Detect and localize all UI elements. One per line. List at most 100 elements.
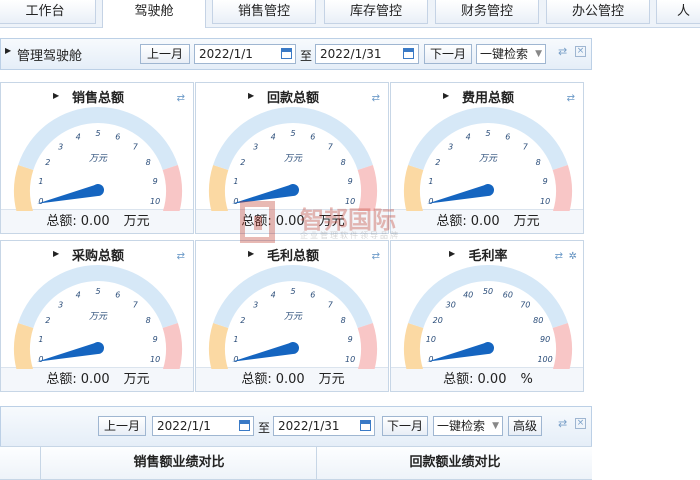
gauge-title: 毛利总额	[266, 249, 319, 264]
gauge-tick-label: 4	[271, 132, 276, 141]
gauge-band-low	[14, 323, 34, 369]
table-header-row: 销售额业绩对比 回款额业绩对比	[0, 446, 592, 480]
close-icon[interactable]: ×	[575, 418, 586, 429]
select-value: 一键检索	[437, 419, 486, 433]
total-label: 总额:	[46, 214, 77, 229]
prev-month-button[interactable]: 上一月	[98, 416, 146, 436]
tab-sales-control[interactable]: 销售管控	[212, 0, 316, 24]
gauge-unit-label: 万元	[284, 154, 303, 164]
one-key-search-select[interactable]: 一键检索 ▼	[476, 44, 546, 64]
gauge-tick-label: 2	[240, 158, 245, 167]
next-month-button[interactable]: 下一月	[382, 416, 428, 436]
gauge-card-gross-profit: ▶ 毛利总额 ⇄ 总额: 0.00 万元 0 1 2 3 4 5 6 7 8 9 10 万元	[195, 240, 389, 392]
gauge-tick-label: 6	[310, 132, 315, 141]
gauge-needle-hub	[482, 184, 494, 196]
gauge-tick-label: 20	[433, 316, 443, 325]
gauge-tick-label: 2	[45, 316, 50, 325]
table-header-blank	[0, 447, 40, 479]
gauge-tick-label: 5	[290, 129, 295, 138]
gauge-tick-label: 3	[58, 143, 63, 152]
gauge-tick-label: 90	[540, 335, 550, 344]
gauge-tick-label: 100	[537, 355, 552, 364]
gauge-tick-label: 0	[38, 355, 43, 364]
gauge-tick-label: 3	[253, 301, 258, 310]
one-key-search-select[interactable]: 一键检索 ▼	[433, 416, 503, 436]
gauge-tick-label: 0	[233, 355, 238, 364]
tab-label: 驾驶舱	[134, 4, 174, 19]
gauge-card-gross-margin: ▶ 毛利率 ⇄ ✲ 总额: 0.00% 0 10 20 30 40 50 60 70 80 90 100	[390, 240, 584, 392]
tab-more[interactable]: 人	[656, 0, 700, 24]
gauge-band-high	[162, 165, 182, 211]
gauge-dial: 01234 5 678910万元	[209, 265, 377, 369]
gauge-tick-label: 9	[153, 177, 158, 186]
total-unit: 万元	[318, 372, 345, 387]
tab-workbench[interactable]: 工作台	[0, 0, 96, 24]
gauge-tick-label: 7	[133, 301, 139, 310]
panel-title: 管理驾驶舱	[17, 49, 83, 64]
gauge-card-sales: ▶ 销售总额 ⇄ 总额: 0.00 万元 0 1 2 3 4 5 6 7 8 9 10 万元	[0, 82, 194, 234]
gauge-title: 费用总额	[461, 91, 514, 106]
advanced-button[interactable]: 高级	[508, 416, 542, 436]
gauge-unit-label: 万元	[89, 154, 108, 164]
calendar-icon[interactable]	[239, 420, 250, 431]
total-label: 总额:	[46, 372, 77, 387]
tab-office-control[interactable]: 办公管控	[546, 0, 650, 24]
gauge-tick-label: 4	[271, 290, 276, 299]
gauge-tick-label: 0	[233, 197, 238, 206]
gauge-tick-label: 3	[58, 301, 63, 310]
gauge-band-low	[404, 165, 424, 211]
calendar-icon[interactable]	[403, 48, 414, 59]
start-date-value: 2022/1/1	[199, 47, 253, 61]
watermark-slogan: 企业管理软件领导品牌	[300, 231, 400, 240]
gauge-band-high	[162, 323, 182, 369]
gauge-title: 销售总额	[71, 91, 124, 106]
refresh-icon[interactable]: ⇄	[558, 418, 567, 430]
gauge-tick-label: 10	[150, 355, 160, 364]
table-header-payment-compare: 回款额业绩对比	[316, 447, 593, 479]
refresh-icon[interactable]: ⇄	[177, 93, 185, 104]
gauge-band-high	[552, 165, 572, 211]
gauge-tick-label: 0	[428, 355, 433, 364]
start-date-value: 2022/1/1	[157, 419, 211, 433]
gauge-tick-label: 10	[345, 355, 355, 364]
refresh-icon[interactable]: ⇄	[177, 251, 185, 262]
refresh-icon[interactable]: ⇄	[558, 46, 567, 58]
total-value: 0.00	[477, 372, 507, 387]
gauge-tick-label: 5	[485, 129, 490, 138]
refresh-icon[interactable]: ⇄	[372, 251, 380, 262]
gauge-tick-label: 3	[253, 143, 258, 152]
gauge-title: 采购总额	[71, 249, 124, 264]
total-unit: 万元	[513, 214, 540, 229]
gauge-tick-label: 6	[310, 290, 315, 299]
gauge-band-high	[552, 323, 572, 369]
gauge-card-purchase: ▶ 采购总额 ⇄ 总额: 0.00 万元 0 1 2 3 4 5 6 7 8 9 10 万元	[0, 240, 194, 392]
gear-icon[interactable]: ✲	[569, 251, 577, 262]
gauge-tick-label: 60	[503, 290, 513, 299]
next-month-button[interactable]: 下一月	[424, 44, 472, 64]
refresh-icon[interactable]: ⇄	[567, 93, 575, 104]
prev-month-button[interactable]: 上一月	[140, 44, 190, 64]
refresh-icon[interactable]: ⇄	[372, 93, 380, 104]
total-unit: 万元	[123, 372, 150, 387]
tab-inventory-control[interactable]: 库存管控	[324, 0, 428, 24]
refresh-icon[interactable]: ⇄	[555, 251, 563, 262]
gauge-tick-label: 50	[483, 287, 493, 296]
select-value: 一键检索	[480, 47, 529, 61]
tab-label: 人	[677, 4, 691, 19]
tab-label: 销售管控	[237, 4, 290, 19]
gauge-tick-label: 80	[533, 316, 543, 325]
gauge-unit-label: 万元	[479, 154, 498, 164]
gauge-tick-label: 7	[328, 301, 334, 310]
expand-arrow-icon[interactable]: ▶	[5, 46, 11, 55]
gauge-tick-label: 10	[150, 197, 160, 206]
gauge-needle-hub	[92, 342, 104, 354]
gauge-dial: 01234 5 678910万元	[14, 107, 182, 211]
calendar-icon[interactable]	[281, 48, 292, 59]
calendar-icon[interactable]	[360, 420, 371, 431]
tab-cockpit[interactable]: 驾驶舱	[102, 0, 206, 28]
gauge-tick-label: 1	[428, 177, 433, 186]
gauge-band-low	[404, 323, 424, 369]
tab-finance-control[interactable]: 财务管控	[435, 0, 539, 24]
gauge-dial: 01234 5 678910万元	[404, 107, 572, 211]
close-icon[interactable]: ×	[575, 46, 586, 57]
